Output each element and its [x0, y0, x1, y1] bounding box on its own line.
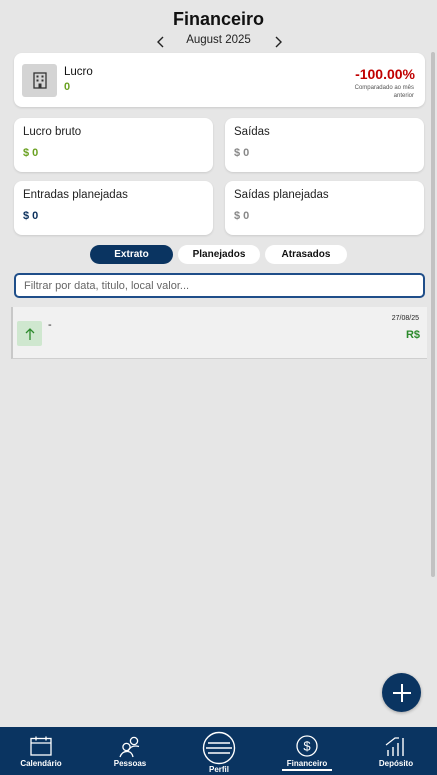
tab-atrasados[interactable]: Atrasados: [265, 245, 347, 264]
arrow-up-icon: [17, 321, 42, 346]
nav-label: Depósito: [378, 759, 414, 768]
svg-text:$: $: [303, 739, 311, 754]
nav-label: Calendário: [20, 759, 62, 768]
tab-bar: Extrato Planejados Atrasados: [0, 245, 437, 264]
profit-card[interactable]: Lucro 0 -100.00% Comparadado ao mês ante…: [14, 53, 425, 107]
stat-card-entradas-planejadas[interactable]: Entradas planejadas $ 0: [14, 181, 213, 235]
tab-planejados[interactable]: Planejados: [178, 245, 260, 264]
plus-icon: [391, 682, 413, 704]
stat-card-saidas[interactable]: Saídas $ 0: [225, 118, 424, 172]
entry-value: R$: [405, 329, 420, 341]
nav-label: Pessoas: [113, 759, 147, 768]
stat-value: $ 0: [234, 210, 250, 222]
chevron-right-icon[interactable]: [271, 35, 285, 49]
nav-label: Perfil: [208, 765, 229, 774]
stat-value: $ 0: [23, 210, 39, 222]
stat-card-saidas-planejadas[interactable]: Saídas planejadas $ 0: [225, 181, 424, 235]
profit-value: 0: [64, 81, 71, 93]
nav-item-pessoas[interactable]: Pessoas: [100, 727, 160, 775]
active-indicator: [282, 769, 332, 771]
stat-label: Entradas planejadas: [23, 189, 128, 201]
search-input[interactable]: [14, 273, 425, 298]
profit-label: Lucro: [64, 66, 93, 78]
list-item[interactable]: - 27/08/25 R$: [11, 307, 427, 359]
header: Financeiro August 2025: [0, 0, 437, 52]
entry-title: -: [48, 319, 52, 331]
bar-chart-icon: [384, 735, 408, 757]
entry-date: 27/08/25: [391, 315, 419, 322]
stat-label: Lucro bruto: [23, 126, 82, 138]
stat-value: $ 0: [23, 147, 39, 159]
nav-item-financeiro[interactable]: $ Financeiro: [278, 727, 336, 775]
stat-label: Saídas planejadas: [234, 189, 329, 201]
stat-card-lucro-bruto[interactable]: Lucro bruto $ 0: [14, 118, 213, 172]
nav-label: Financeiro: [286, 759, 328, 768]
stat-label: Saídas: [234, 126, 270, 138]
month-label: August 2025: [186, 34, 251, 46]
add-button[interactable]: [382, 673, 421, 712]
nav-item-deposito[interactable]: Depósito: [370, 727, 422, 775]
nav-item-perfil[interactable]: Perfil: [190, 727, 248, 775]
nav-item-calendario[interactable]: Calendário: [10, 727, 72, 775]
dollar-icon: $: [296, 735, 318, 757]
calendar-icon: [30, 736, 52, 756]
scrollbar[interactable]: [431, 52, 435, 577]
page-title: Financeiro: [172, 9, 265, 29]
tab-extrato[interactable]: Extrato: [90, 245, 173, 264]
stat-value: $ 0: [234, 147, 250, 159]
month-selector: August 2025: [0, 34, 437, 50]
building-icon: [22, 64, 57, 97]
profit-comparison-note: Comparadado ao mês anterior: [354, 85, 414, 99]
profit-percent: -100.00%: [355, 66, 415, 82]
menu-icon: [202, 731, 236, 765]
people-icon: [119, 736, 141, 758]
bottom-nav: Calendário Pessoas Perfil $ Financeiro D…: [0, 727, 437, 775]
